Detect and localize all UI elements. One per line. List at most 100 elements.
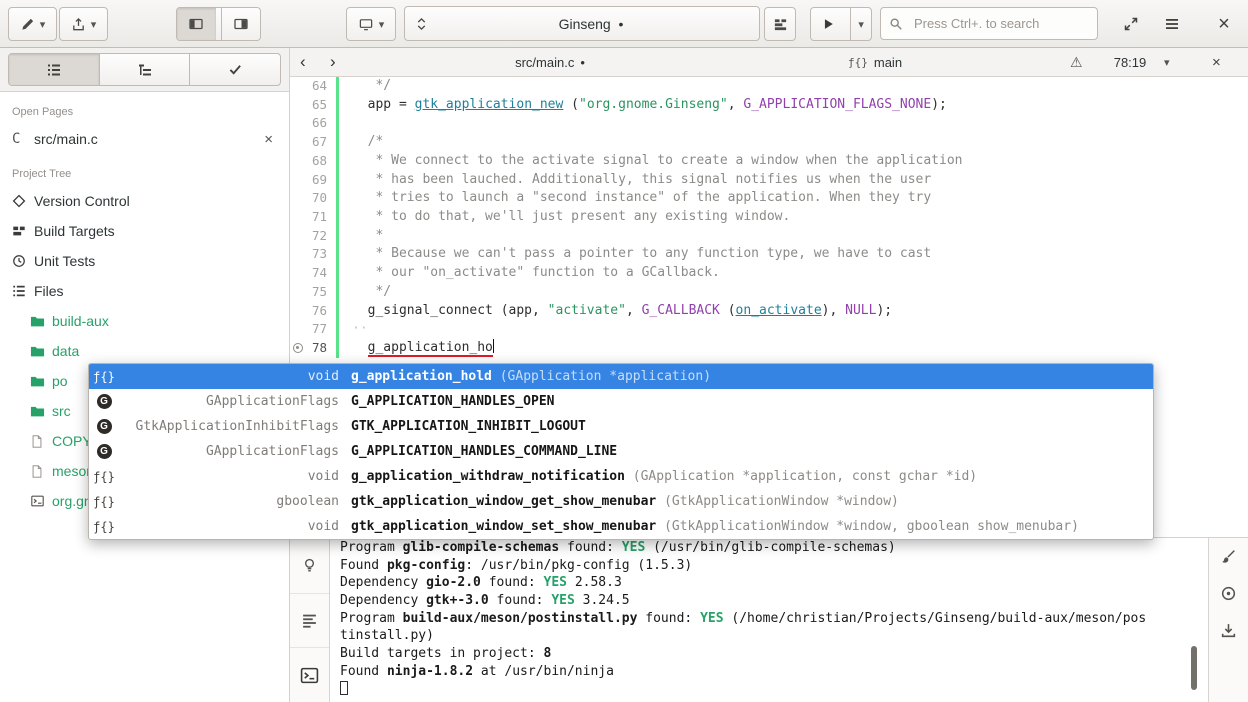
line-number[interactable]: 76 <box>290 302 336 321</box>
tree-item-build-aux[interactable]: build-aux <box>0 306 289 336</box>
nav-forward-button[interactable]: › <box>330 48 336 76</box>
line-number[interactable]: 74 <box>290 264 336 283</box>
code-line[interactable]: * to do that, we'll just present any exi… <box>352 208 1248 227</box>
close-editor-button[interactable]: × <box>1212 48 1221 76</box>
terminal-button[interactable] <box>290 647 329 702</box>
menu-button[interactable] <box>1155 7 1189 41</box>
line-number[interactable]: 68 <box>290 152 336 171</box>
current-line-marker-icon <box>293 343 303 353</box>
toggle-left-panel-button[interactable] <box>177 8 216 40</box>
open-page-item[interactable]: C src/main.c × <box>0 124 289 154</box>
fullscreen-button[interactable] <box>1114 7 1148 41</box>
export-button[interactable]: ▾ <box>59 7 108 41</box>
line-number[interactable]: 73 <box>290 245 336 264</box>
editor-options-button[interactable]: ▾ <box>1164 48 1170 76</box>
code-line[interactable]: */ <box>352 77 1248 96</box>
window-close-button[interactable]: × <box>1206 7 1242 41</box>
code-line[interactable]: * <box>352 227 1248 246</box>
line-number[interactable]: 64 <box>290 77 336 96</box>
code-token <box>352 340 368 355</box>
tab-project-tree[interactable] <box>99 54 190 85</box>
code-line[interactable]: * our "on_activate" function to a GCallb… <box>352 264 1248 283</box>
tree-item-label: data <box>52 343 79 359</box>
return-type: void <box>119 369 339 384</box>
line-number[interactable]: 77 <box>290 320 336 339</box>
output-text: : /usr/bin/pkg-config (1.5.3) <box>465 558 692 573</box>
tree-item-files[interactable]: Files <box>0 276 289 306</box>
symbol-name: G_APPLICATION_HANDLES_COMMAND_LINE <box>351 444 617 459</box>
tab-open-pages[interactable] <box>9 54 99 85</box>
line-number[interactable]: 66 <box>290 114 336 133</box>
device-button[interactable]: ▾ <box>346 7 396 41</box>
line-number[interactable]: 69 <box>290 171 336 190</box>
line-number[interactable]: 65 <box>290 96 336 115</box>
completion-item[interactable]: ƒ{}voidgtk_application_window_set_show_m… <box>89 514 1153 539</box>
modified-dot: • <box>580 55 585 70</box>
tree-item-data[interactable]: data <box>0 336 289 366</box>
toggle-bottom-panel-button[interactable] <box>221 8 260 40</box>
run-options-button[interactable]: ▾ <box>850 8 871 40</box>
line-number[interactable]: 70 <box>290 189 336 208</box>
code-line[interactable]: g_signal_connect (app, "activate", G_CAL… <box>352 302 1248 321</box>
tree-item-unit-tests[interactable]: Unit Tests <box>0 246 289 276</box>
completion-item[interactable]: GGtkApplicationInhibitFlagsGTK_APPLICATI… <box>89 414 1153 439</box>
output-text: (/home/christian/Projects/Ginseng/build-… <box>724 611 1147 626</box>
symbol-params: (GApplication *application) <box>492 369 711 384</box>
code-line[interactable]: * has been lauched. Additionally, this s… <box>352 171 1248 190</box>
code-line[interactable]: app = gtk_application_new ("org.gnome.Gi… <box>352 96 1248 115</box>
code-line[interactable]: g_application_ho <box>352 339 1248 358</box>
hamburger-menu-icon <box>1164 17 1180 31</box>
code-token: app = <box>352 97 415 112</box>
edit-surface-button[interactable]: ▾ <box>8 7 57 41</box>
symbol-name: g_application_withdraw_notification <box>351 469 625 484</box>
download-button[interactable] <box>1220 622 1237 639</box>
output-text: tinstall.py) <box>340 628 434 643</box>
code-line[interactable]: * Because we can't pass a pointer to any… <box>352 245 1248 264</box>
tree-item-label: Files <box>34 283 64 299</box>
line-number[interactable]: 78 <box>290 339 336 358</box>
theme-brush-button[interactable] <box>1220 548 1237 565</box>
build-status-button[interactable] <box>764 7 796 41</box>
tab-todo[interactable] <box>189 54 280 85</box>
completion-item[interactable]: ƒ{}voidg_application_withdraw_notificati… <box>89 464 1153 489</box>
code-token: on_activate <box>736 303 822 318</box>
tree-item-version-control[interactable]: Version Control <box>0 186 289 216</box>
code-line[interactable]: */ <box>352 283 1248 302</box>
build-pipeline-icon <box>773 17 788 32</box>
code-line[interactable]: * We connect to the activate signal to c… <box>352 152 1248 171</box>
run-button[interactable] <box>811 8 845 40</box>
nav-back-button[interactable]: ‹ <box>300 48 306 76</box>
code-line[interactable]: * tries to launch a "second instance" of… <box>352 189 1248 208</box>
line-number[interactable]: 75 <box>290 283 336 302</box>
panel-right-icon <box>241 20 246 28</box>
completion-item[interactable]: GGApplicationFlagsG_APPLICATION_HANDLES_… <box>89 439 1153 464</box>
global-search-input[interactable] <box>914 16 1090 31</box>
output-text: Build targets in project: <box>340 646 544 661</box>
symbol-path-button[interactable]: ƒ{} main <box>848 48 902 76</box>
line-number[interactable]: 72 <box>290 227 336 246</box>
code-line[interactable] <box>352 114 1248 133</box>
profiler-target-button[interactable] <box>1220 585 1237 602</box>
project-selector-button[interactable]: Ginseng • <box>404 6 760 41</box>
diagnostics-warning-icon[interactable]: ⚠ <box>1070 48 1083 76</box>
code-token: "activate" <box>548 303 626 318</box>
output-text: found: <box>559 540 622 555</box>
code-line[interactable]: /* <box>352 133 1248 152</box>
terminal-cursor <box>340 681 348 695</box>
scrollbar-thumb[interactable] <box>1191 646 1197 690</box>
symbol-name: GTK_APPLICATION_INHIBIT_LOGOUT <box>351 419 586 434</box>
completion-item[interactable]: ƒ{}gbooleangtk_application_window_get_sh… <box>89 489 1153 514</box>
code-token: g_signal_connect (app, <box>352 303 548 318</box>
completion-item[interactable]: GGApplicationFlagsG_APPLICATION_HANDLES_… <box>89 389 1153 414</box>
build-log-button[interactable] <box>290 593 329 648</box>
target-icon <box>1220 585 1237 602</box>
close-page-icon[interactable]: × <box>260 131 277 148</box>
diagnostics-button[interactable] <box>290 538 329 593</box>
completion-item[interactable]: ƒ{}voidg_application_hold (GApplication … <box>89 364 1153 389</box>
build-output-terminal[interactable]: Program glib-compile-schemas found: YES … <box>330 538 1208 702</box>
line-number[interactable]: 67 <box>290 133 336 152</box>
enum-badge-icon: G <box>97 444 112 459</box>
line-number[interactable]: 71 <box>290 208 336 227</box>
code-line[interactable]: ·· <box>352 320 1248 339</box>
tree-item-build-targets[interactable]: Build Targets <box>0 216 289 246</box>
